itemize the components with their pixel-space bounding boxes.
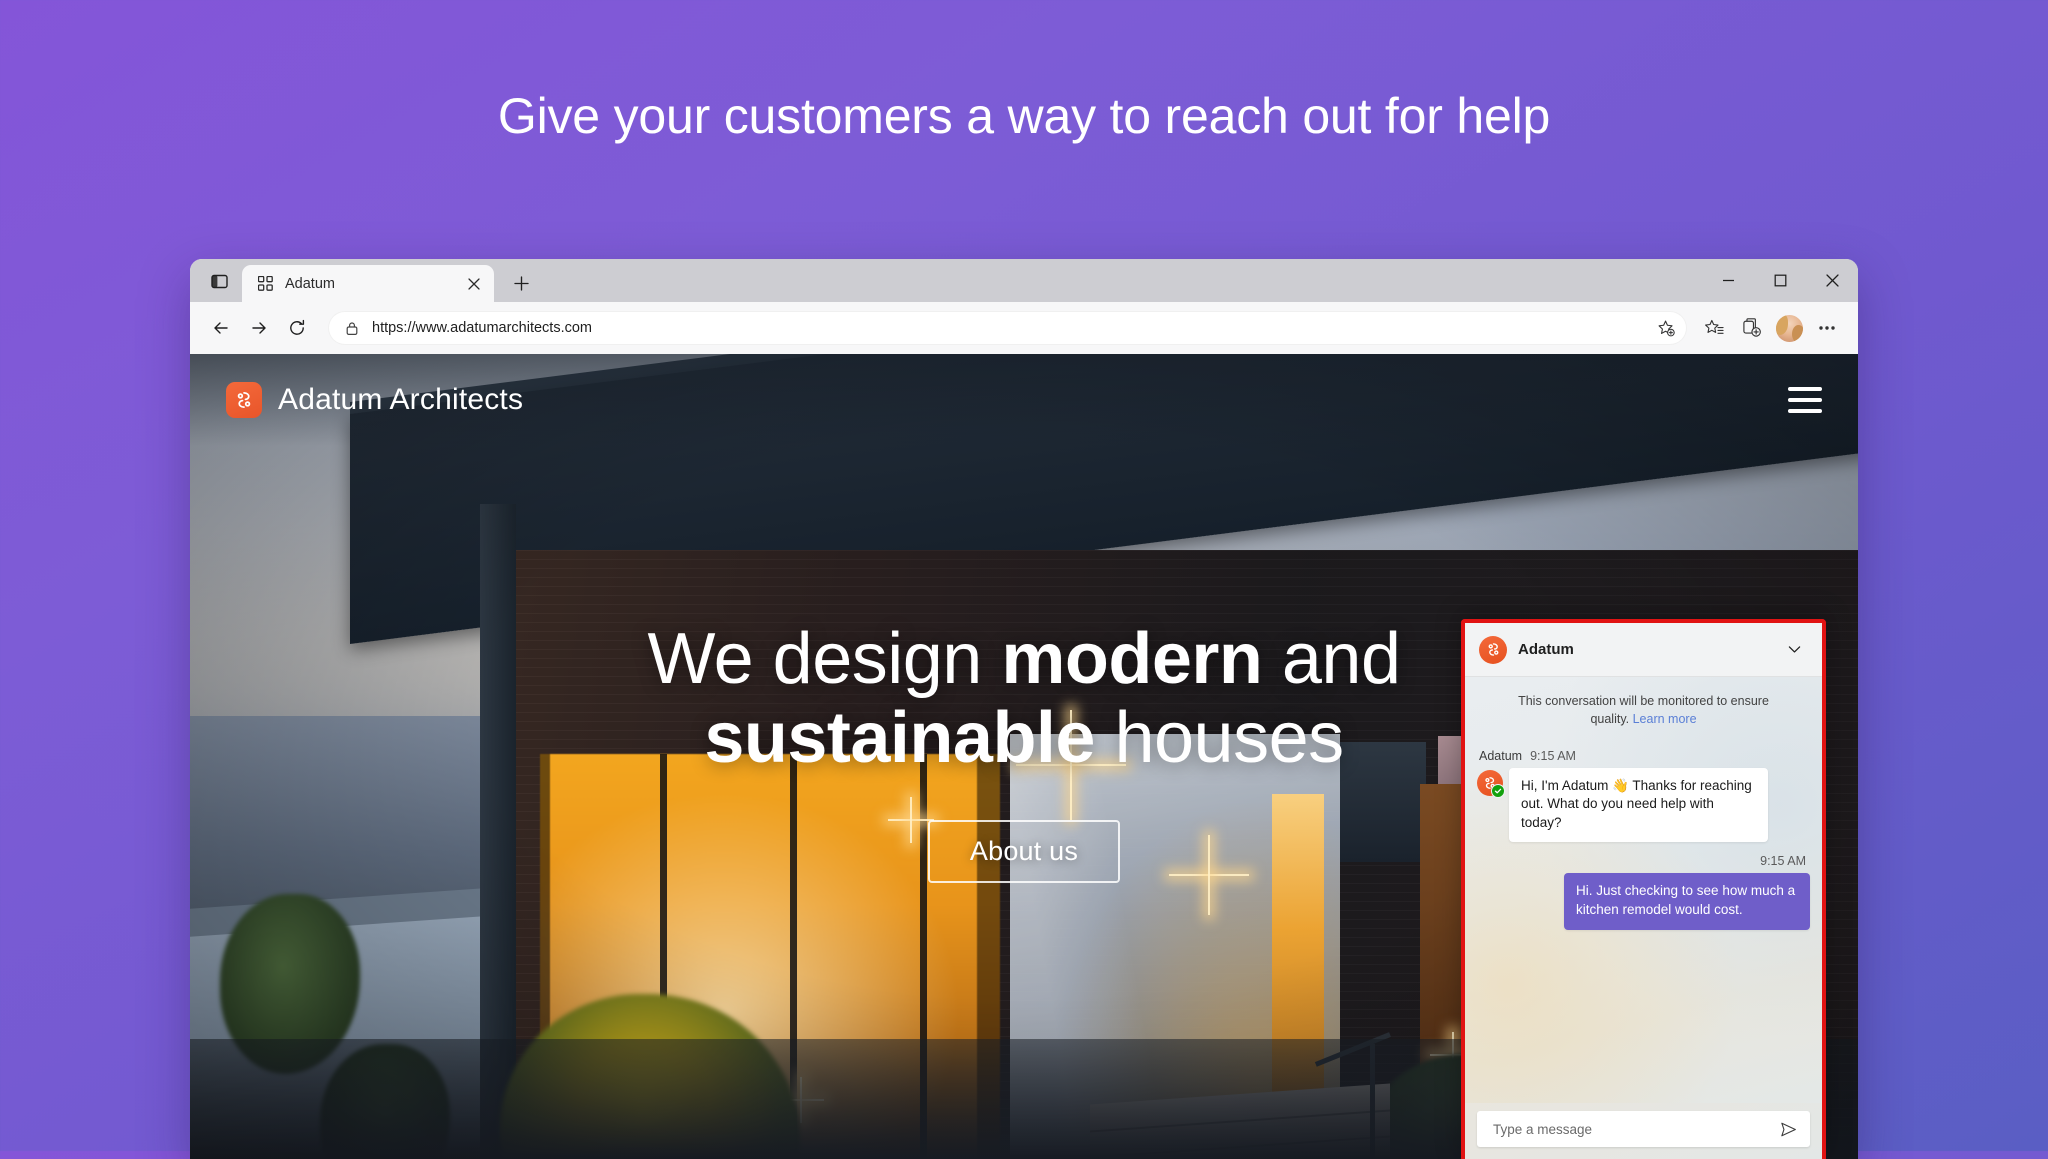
chat-message-outgoing: 9:15 AM Hi. Just checking to see how muc… [1477, 854, 1810, 930]
collections-plus-icon[interactable] [1733, 309, 1771, 347]
address-bar[interactable]: https://www.adatumarchitects.com [328, 311, 1687, 345]
browser-tab-strip: Adatum [190, 259, 1858, 302]
arrow-right-icon[interactable] [240, 309, 278, 347]
message-time: 9:15 AM [1530, 748, 1576, 763]
message-time: 9:15 AM [1760, 854, 1806, 869]
close-window-icon[interactable] [1806, 259, 1858, 302]
learn-more-link[interactable]: Learn more [1633, 712, 1697, 726]
chat-title: Adatum [1518, 641, 1574, 658]
hero-text-1: We design [647, 618, 1002, 699]
adatum-grid-icon [256, 275, 274, 293]
browser-tab-title: Adatum [285, 275, 335, 292]
adatum-logo-icon [1479, 635, 1507, 664]
message-bubble-incoming: Hi, I'm Adatum 👋 Thanks for reaching out… [1509, 767, 1768, 843]
minimize-icon[interactable] [1702, 259, 1754, 302]
available-check-icon [1491, 783, 1505, 798]
hero-text-2: and [1262, 618, 1401, 699]
close-icon[interactable] [462, 272, 486, 296]
chat-message-incoming: Hi, I'm Adatum 👋 Thanks for reaching out… [1477, 767, 1810, 843]
site-navbar: Adatum Architects [190, 354, 1858, 446]
browser-tab[interactable]: Adatum [242, 265, 494, 302]
lock-icon [342, 318, 362, 338]
star-plus-icon[interactable] [1651, 313, 1681, 343]
chat-header: Adatum [1465, 623, 1822, 677]
ellipsis-icon[interactable] [1808, 309, 1846, 347]
message-sender: Adatum [1479, 748, 1523, 763]
hero-headline-line-2: sustainable houses [704, 698, 1344, 778]
url-text: https://www.adatumarchitects.com [372, 320, 592, 336]
window-controls [1702, 259, 1858, 302]
tab-actions-icon[interactable] [200, 262, 238, 300]
send-icon[interactable] [1774, 1115, 1802, 1143]
star-list-icon[interactable] [1695, 309, 1733, 347]
message-meta-incoming: Adatum 9:15 AM [1479, 749, 1810, 763]
browser-toolbar: https://www.adatumarchitects.com [190, 302, 1858, 354]
hero-headline-line-1: We design modern and [647, 618, 1401, 699]
hamburger-menu-icon[interactable] [1788, 387, 1822, 413]
page-title: Give your customers a way to reach out f… [497, 88, 1551, 144]
website-viewport: Adatum Architects We design modern and s… [190, 354, 1858, 1159]
site-brand-name: Adatum Architects [278, 383, 524, 416]
browser-window: Adatum https://www.adatumarchitects.com … [190, 259, 1858, 1159]
plus-icon[interactable] [504, 266, 538, 300]
arrow-left-icon[interactable] [202, 309, 240, 347]
message-input[interactable] [1491, 1120, 1774, 1138]
chat-widget: Adatum This conversation will be monitor… [1461, 619, 1826, 1159]
chat-disclaimer: This conversation will be monitored to e… [1477, 677, 1810, 741]
hero-text-modern: modern [1001, 618, 1263, 699]
adatum-logo-icon [226, 382, 262, 418]
about-us-button[interactable]: About us [927, 820, 1121, 884]
chevron-down-icon[interactable] [1780, 636, 1808, 664]
avatar [1477, 769, 1505, 798]
compose-box[interactable] [1477, 1111, 1810, 1147]
profile-avatar[interactable] [1776, 314, 1803, 342]
maximize-icon[interactable] [1754, 259, 1806, 302]
message-bubble-outgoing: Hi. Just checking to see how much a kitc… [1564, 873, 1810, 930]
chat-message-list[interactable]: This conversation will be monitored to e… [1465, 677, 1822, 1103]
refresh-icon[interactable] [278, 309, 316, 347]
hero-text-3: houses [1094, 698, 1344, 778]
hero-text-sustainable: sustainable [704, 698, 1095, 778]
site-brand[interactable]: Adatum Architects [226, 382, 523, 418]
